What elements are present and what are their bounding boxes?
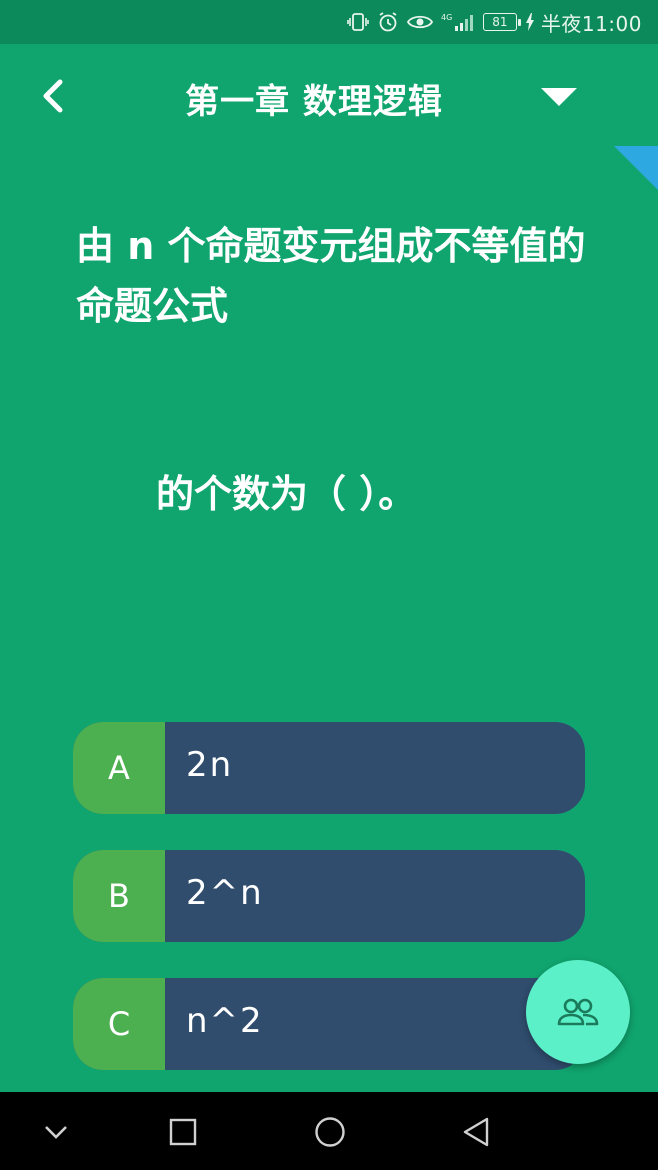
chevron-down-icon [45, 1126, 67, 1139]
corner-accent [614, 146, 658, 190]
triangle-down-icon [541, 88, 577, 106]
chapter-dropdown-button[interactable] [536, 82, 582, 112]
eye-icon [406, 13, 433, 31]
nav-collapse-button[interactable] [36, 1112, 76, 1152]
option-text: 2^n [186, 873, 264, 913]
status-bar: 4G 81 半夜11:00 [0, 0, 658, 44]
nav-back-button[interactable] [456, 1112, 496, 1152]
svg-text:4G: 4G [441, 13, 452, 22]
system-nav-bar [0, 1092, 658, 1170]
discussion-fab[interactable] [526, 960, 630, 1064]
people-icon [557, 998, 599, 1026]
option-text: 2n [186, 745, 234, 785]
triangle-back-icon [463, 1117, 489, 1147]
option-letter: B [73, 850, 165, 942]
option-letter: C [73, 978, 165, 1070]
option-letter: A [73, 722, 165, 814]
status-time: 半夜11:00 [540, 11, 642, 36]
screen: 4G 81 半夜11:00 第一章 数理逻辑 由 n 个命题变元组成不等值的命题… [0, 0, 658, 1170]
option-a[interactable]: A 2n [73, 722, 585, 814]
option-text: n^2 [186, 1001, 264, 1041]
alarm-icon [377, 11, 399, 33]
charging-icon [525, 13, 535, 31]
nav-home-button[interactable] [310, 1112, 350, 1152]
battery-indicator: 81 [482, 13, 521, 31]
square-icon [169, 1118, 197, 1146]
circle-icon [315, 1117, 345, 1147]
nav-recents-button[interactable] [163, 1112, 203, 1152]
question-text-line1: 由 n 个命题变元组成不等值的命题公式 [76, 224, 586, 328]
signal-icon: 4G [441, 12, 475, 32]
option-c[interactable]: C n^2 [73, 978, 585, 1070]
question-text-line2: 的个数为（ ）。 [156, 472, 417, 516]
vibrate-icon [347, 12, 369, 32]
header: 第一章 数理逻辑 [0, 44, 658, 148]
option-b[interactable]: B 2^n [73, 850, 585, 942]
